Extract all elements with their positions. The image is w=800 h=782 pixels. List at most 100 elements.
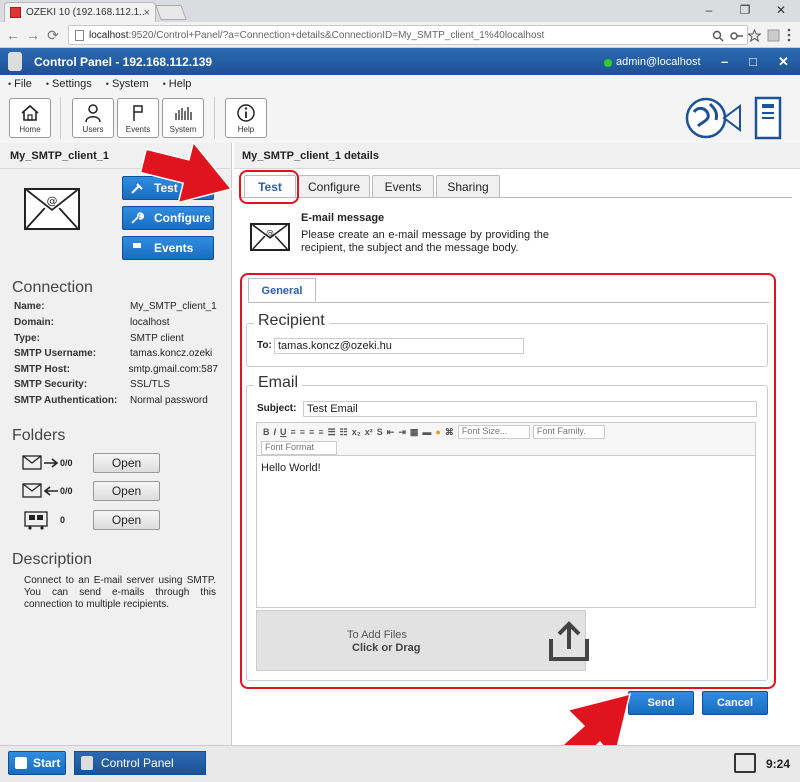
subject-input[interactable]: Test Email: [303, 401, 757, 417]
superscript-icon[interactable]: x²: [365, 427, 373, 437]
email-legend: Email: [254, 374, 303, 392]
app-maximize-button[interactable]: □: [749, 54, 757, 69]
font-family-select[interactable]: Font Family.: [532, 425, 605, 439]
align-right-icon[interactable]: ≡: [309, 427, 314, 437]
font-size-select[interactable]: Font Size...: [457, 425, 530, 439]
outbox-icon: [22, 455, 59, 470]
window-close-button[interactable]: ✕: [766, 2, 796, 18]
menu-help[interactable]: Help: [163, 78, 192, 90]
events-toolbar-label: Events: [125, 125, 151, 134]
send-button[interactable]: Send: [628, 691, 694, 715]
configure-button[interactable]: Configure: [122, 206, 214, 230]
control-panel-task-label: Control Panel: [101, 756, 174, 770]
system-button[interactable]: System: [162, 98, 204, 138]
menu-system[interactable]: System: [106, 78, 149, 90]
highlight-test-tab: [239, 170, 299, 204]
menu-settings[interactable]: Settings: [46, 78, 92, 90]
description-heading: Description: [12, 551, 93, 568]
app-header: Control Panel - 192.168.112.139 admin@lo…: [0, 48, 800, 75]
strikethrough-icon[interactable]: S: [377, 427, 383, 437]
toolbar-separator: [60, 97, 61, 139]
underline-icon[interactable]: U: [280, 427, 287, 437]
to-label: To:: [257, 340, 272, 351]
align-left-icon[interactable]: ≡: [291, 427, 296, 437]
monitor-icon[interactable]: [734, 753, 756, 773]
wrench-icon: [131, 212, 144, 224]
browser-menu-icon[interactable]: [786, 28, 792, 42]
back-icon[interactable]: ←: [4, 26, 22, 44]
horizontal-rule-icon[interactable]: ▬: [422, 427, 431, 437]
window-minimize-button[interactable]: –: [694, 2, 724, 18]
align-center-icon[interactable]: ≡: [300, 427, 305, 437]
tab-sharing[interactable]: Sharing: [436, 175, 500, 197]
bullet-list-icon[interactable]: ☰: [328, 427, 336, 438]
help-button[interactable]: Help: [225, 98, 267, 138]
tab-configure[interactable]: Configure: [298, 175, 370, 197]
source-icon[interactable]: ⌘: [445, 427, 454, 438]
to-input[interactable]: tamas.koncz@ozeki.hu: [274, 338, 524, 354]
font-format-select[interactable]: Font Format: [261, 441, 337, 455]
connection-row: SMTP Security: SSL/TLS: [14, 379, 171, 390]
message-body-editor[interactable]: Hello World!: [256, 456, 756, 608]
url-path: :9520/Control+Panel/?a=Connection+detail…: [128, 29, 545, 41]
extension-icon[interactable]: [767, 29, 780, 42]
users-button[interactable]: Users: [72, 98, 114, 138]
connection-row: SMTP Authentication: Normal password: [14, 395, 208, 406]
numbered-list-icon[interactable]: ☷: [340, 427, 348, 438]
bookmark-star-icon[interactable]: [748, 29, 761, 42]
app-minimize-button[interactable]: –: [721, 54, 728, 69]
color-icon[interactable]: ●: [435, 427, 440, 437]
cancel-button[interactable]: Cancel: [702, 691, 768, 715]
zoom-icon[interactable]: [712, 30, 724, 42]
globe-server-icon: [685, 96, 782, 140]
app-close-button[interactable]: ✕: [778, 54, 789, 70]
menu-file[interactable]: File: [8, 78, 32, 90]
subscript-icon[interactable]: x₂: [352, 427, 361, 437]
file-dropzone[interactable]: To Add Files Click or Drag: [256, 610, 589, 671]
url-input[interactable]: localhost :9520/Control+Panel/?a=Connect…: [68, 25, 748, 45]
home-icon: [21, 104, 39, 121]
bold-icon[interactable]: B: [263, 427, 270, 437]
clock: 9:24: [766, 757, 791, 771]
home-button[interactable]: Home: [9, 98, 51, 138]
user-label[interactable]: admin@localhost: [616, 56, 701, 68]
close-tab-icon[interactable]: ×: [144, 7, 150, 19]
reload-icon[interactable]: ⟳: [44, 26, 62, 44]
svg-text:@: @: [266, 228, 274, 237]
events-button[interactable]: Events: [122, 236, 214, 260]
browser-tab[interactable]: OZEKI 10 (192.168.112.1... ×: [4, 2, 156, 22]
message-description: Please create an e-mail message by provi…: [301, 229, 549, 254]
tab-general[interactable]: General: [248, 278, 316, 302]
flag-icon: [133, 243, 141, 254]
window-maximize-button[interactable]: ❐: [730, 2, 760, 18]
new-tab-button[interactable]: [155, 5, 187, 20]
control-panel-task-button[interactable]: Control Panel: [74, 751, 206, 775]
open-outbox-button[interactable]: Open: [93, 453, 160, 473]
outdent-icon[interactable]: ⇤: [387, 427, 395, 438]
start-button[interactable]: Start: [8, 751, 66, 775]
events-toolbar-button[interactable]: Events: [117, 98, 159, 138]
menu-bar: File Settings System Help: [0, 75, 800, 93]
tab-events[interactable]: Events: [372, 175, 434, 197]
open-inbox-button[interactable]: Open: [93, 481, 160, 501]
connection-row: SMTP Host: smtp.gmail.com:587: [14, 364, 218, 375]
indent-icon[interactable]: ⇥: [398, 427, 406, 438]
key-icon[interactable]: [730, 30, 744, 42]
taskbar: Start Control Panel 9:24: [0, 745, 800, 782]
image-icon[interactable]: ▦: [410, 427, 419, 438]
email-message-icon: @: [250, 223, 290, 251]
dropzone-line2: Click or Drag: [352, 642, 421, 654]
subject-label: Subject:: [257, 403, 297, 414]
email-envelope-icon: @: [24, 188, 80, 230]
user-icon: [85, 104, 101, 123]
italic-icon[interactable]: I: [274, 427, 277, 437]
open-queue-button[interactable]: Open: [93, 510, 160, 530]
editor-toolbar: B I U ≡ ≡ ≡ ≡ ☰ ☷ x₂ x² S ⇤ ⇥ ▦ ▬ ● ⌘ Fo…: [256, 422, 756, 456]
justify-icon[interactable]: ≡: [318, 427, 323, 437]
flag-icon: [133, 105, 143, 121]
chart-bars-icon: [175, 107, 192, 120]
details-title: My_SMTP_client_1 details: [234, 143, 800, 169]
connection-row: Domain: localhost: [14, 317, 170, 328]
folders-heading: Folders: [12, 427, 66, 444]
forward-icon[interactable]: →: [24, 26, 42, 44]
